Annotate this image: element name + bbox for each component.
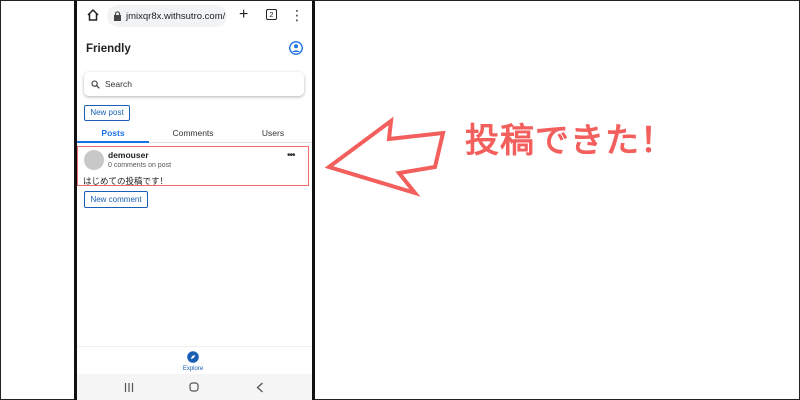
- more-horizontal-icon[interactable]: •••: [287, 150, 295, 161]
- post-card[interactable]: demouser 0 comments on post ••• はじめての投稿で…: [77, 146, 309, 186]
- tab-comments[interactable]: Comments: [157, 125, 229, 143]
- search-input[interactable]: [105, 79, 285, 89]
- annotation-text: 投稿できた！: [465, 121, 675, 161]
- tab-bar: Posts Comments Users: [77, 125, 312, 143]
- screenshot-canvas: jmixqr8x.withsutro.com/ + 2 ⋮ Friendly N…: [0, 0, 800, 400]
- plus-icon[interactable]: +: [239, 7, 248, 23]
- tab-posts[interactable]: Posts: [77, 125, 149, 143]
- search-box[interactable]: [84, 72, 304, 96]
- back-icon[interactable]: [256, 382, 264, 393]
- browser-toolbar: jmixqr8x.withsutro.com/ + 2 ⋮: [77, 1, 312, 31]
- annotation-arrow-icon: [324, 116, 446, 197]
- bottom-navigation: Explore: [77, 346, 312, 374]
- url-text: jmixqr8x.withsutro.com/: [126, 10, 226, 22]
- avatar: [84, 150, 104, 170]
- tab-users[interactable]: Users: [237, 125, 309, 143]
- android-navigation-bar: [77, 374, 312, 400]
- menu-dots-icon[interactable]: ⋮: [290, 7, 304, 23]
- recents-icon[interactable]: [124, 383, 134, 392]
- post-username: demouser: [108, 150, 149, 160]
- nav-explore-label[interactable]: Explore: [177, 366, 209, 372]
- compass-icon[interactable]: [187, 351, 199, 363]
- new-post-button[interactable]: New post: [84, 105, 130, 121]
- lock-icon: [114, 11, 121, 21]
- post-comment-count: 0 comments on post: [108, 162, 172, 169]
- tab-switcher-button[interactable]: 2: [266, 9, 277, 20]
- new-comment-button[interactable]: New comment: [84, 191, 148, 208]
- app-title: Friendly: [86, 43, 131, 55]
- phone-screen: jmixqr8x.withsutro.com/ + 2 ⋮ Friendly N…: [74, 1, 315, 400]
- home-button-icon[interactable]: [189, 382, 199, 392]
- address-bar[interactable]: jmixqr8x.withsutro.com/: [107, 5, 227, 27]
- account-circle-icon[interactable]: [289, 41, 303, 55]
- home-icon[interactable]: [86, 8, 100, 22]
- post-body: はじめての投稿です！: [83, 176, 169, 186]
- search-icon: [91, 79, 100, 89]
